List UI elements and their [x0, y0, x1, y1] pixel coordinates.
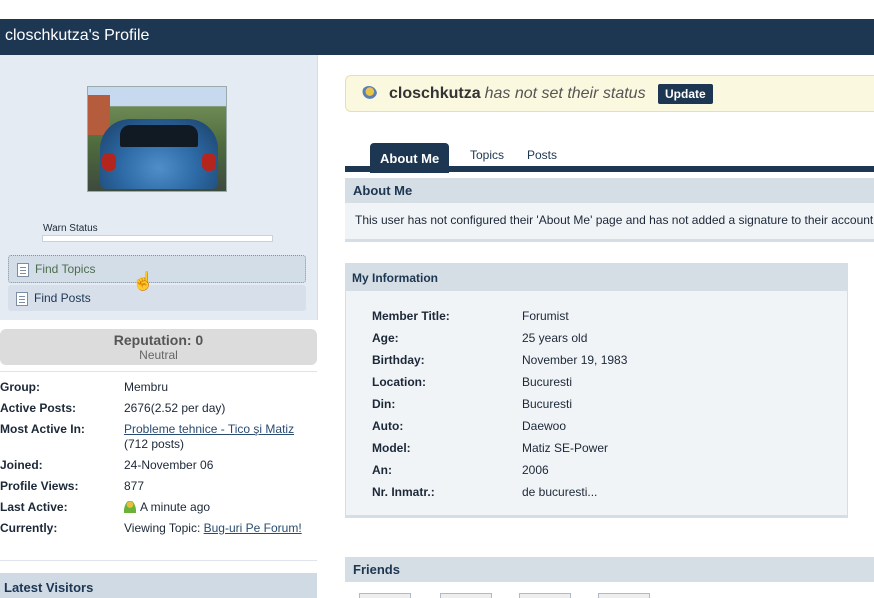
my-info-key: An:	[372, 463, 392, 477]
user-status-icon	[361, 86, 377, 102]
most-active-count: (712 posts)	[124, 437, 185, 451]
info-key: Currently:	[0, 521, 58, 535]
tab-posts[interactable]: Posts	[527, 148, 557, 162]
my-info-value: Forumist	[522, 309, 569, 323]
find-posts-label: Find Posts	[34, 291, 91, 305]
info-row-group: Group: Membru	[0, 380, 317, 395]
warn-status-bar	[42, 235, 273, 242]
my-info-key: Birthday:	[372, 353, 425, 367]
my-info-key: Nr. Inmatr.:	[372, 485, 435, 499]
my-info-value: 2006	[522, 463, 549, 477]
friends-heading: Friends	[345, 557, 874, 582]
find-posts-button[interactable]: Find Posts	[8, 285, 306, 311]
info-key: Active Posts:	[0, 401, 77, 415]
status-bar: closchkutza has not set their status Upda…	[345, 75, 874, 112]
warn-status-label: Warn Status	[43, 223, 98, 234]
info-row-joined: Joined: 24-November 06	[0, 458, 317, 473]
find-topics-button[interactable]: Find Topics	[8, 255, 306, 283]
info-value: Probleme tehnice - Tico şi Matiz (712 po…	[124, 422, 314, 452]
friend-avatar[interactable]	[519, 593, 571, 598]
about-me-body: This user has not configured their 'Abou…	[355, 213, 874, 227]
info-row-profile-views: Profile Views: 877	[0, 479, 317, 494]
photo-car-light-right	[202, 153, 216, 171]
my-info-value: Matiz SE-Power	[522, 441, 609, 455]
status-message: has not set their status	[484, 85, 646, 102]
info-key: Group:	[0, 380, 40, 394]
tab-about-me[interactable]: About Me	[370, 143, 450, 173]
reputation-box: Reputation: 0 Neutral	[0, 329, 317, 365]
about-me-heading: About Me	[345, 178, 874, 203]
info-row-most-active: Most Active In: Probleme tehnice - Tico …	[0, 422, 317, 452]
info-value: 877	[124, 479, 145, 493]
info-value: Membru	[124, 380, 169, 394]
my-info-value: de bucuresti...	[522, 485, 598, 499]
my-info-key: Model:	[372, 441, 411, 455]
profile-title: closchkutza's Profile	[0, 19, 874, 55]
hand-cursor-icon: ☝	[132, 271, 155, 291]
current-topic-link[interactable]: Bug-uri Pe Forum!	[204, 521, 302, 535]
latest-visitors-heading: Latest Visitors	[0, 573, 317, 598]
photo-car-light-left	[102, 153, 116, 171]
find-topics-label: Find Topics	[35, 262, 96, 276]
friend-avatar[interactable]	[440, 593, 492, 598]
last-active-value: A minute ago	[140, 500, 211, 514]
info-value: Viewing Topic: Bug-uri Pe Forum!	[124, 521, 314, 536]
info-row-currently: Currently: Viewing Topic: Bug-uri Pe For…	[0, 521, 317, 536]
user-online-icon	[124, 501, 136, 513]
info-key: Most Active In:	[0, 422, 85, 436]
info-value: 24-November 06	[124, 458, 214, 472]
status-username: closchkutza	[389, 85, 481, 102]
my-info-value: Bucuresti	[522, 397, 573, 411]
currently-prefix: Viewing Topic:	[124, 521, 201, 535]
info-row-last-active: Last Active: A minute ago	[0, 500, 317, 515]
my-information-heading: My Information	[346, 264, 847, 291]
my-info-key: Location:	[372, 375, 426, 389]
my-info-value: November 19, 1983	[522, 353, 628, 367]
info-row-active-posts: Active Posts: 2676(2.52 per day)	[0, 401, 317, 416]
profile-info-table: Group: Membru Active Posts: 2676(2.52 pe…	[0, 380, 317, 542]
my-info-key: Age:	[372, 331, 399, 345]
info-value: A minute ago	[124, 500, 314, 515]
divider	[0, 560, 317, 561]
update-status-button[interactable]: Update	[658, 84, 713, 104]
profile-photo[interactable]	[87, 86, 227, 192]
divider	[0, 371, 317, 372]
my-info-value: Bucuresti	[522, 375, 573, 389]
left-column: Warn Status Find Topics Find Posts ☝ Rep…	[0, 55, 318, 598]
info-key: Profile Views:	[0, 479, 79, 493]
info-key: Joined:	[0, 458, 43, 472]
info-key: Last Active:	[0, 500, 68, 514]
reputation-value: Reputation: 0	[113, 332, 204, 348]
my-info-key: Auto:	[372, 419, 404, 433]
my-info-key: Member Title:	[372, 309, 450, 323]
photo-car-window	[120, 125, 198, 147]
tab-topics[interactable]: Topics	[470, 148, 504, 162]
friend-avatar[interactable]	[598, 593, 650, 598]
about-me-section: About Me This user has not configured th…	[345, 178, 874, 242]
my-info-value: 25 years old	[522, 331, 588, 345]
info-value: 2676(2.52 per day)	[124, 401, 226, 415]
friend-avatar[interactable]	[359, 593, 411, 598]
my-info-value: Daewoo	[522, 419, 567, 433]
document-search-icon	[16, 292, 28, 306]
document-icon	[17, 263, 29, 277]
profile-tabs: About Me Topics Posts	[345, 143, 874, 173]
profile-sidebar-panel: Warn Status Find Topics Find Posts ☝	[0, 55, 318, 320]
reputation-label: Neutral	[139, 348, 178, 362]
my-info-key: Din:	[372, 397, 396, 411]
most-active-forum-link[interactable]: Probleme tehnice - Tico şi Matiz	[124, 422, 294, 436]
my-information-section: My Information Member Title: Forumist Ag…	[345, 263, 848, 518]
